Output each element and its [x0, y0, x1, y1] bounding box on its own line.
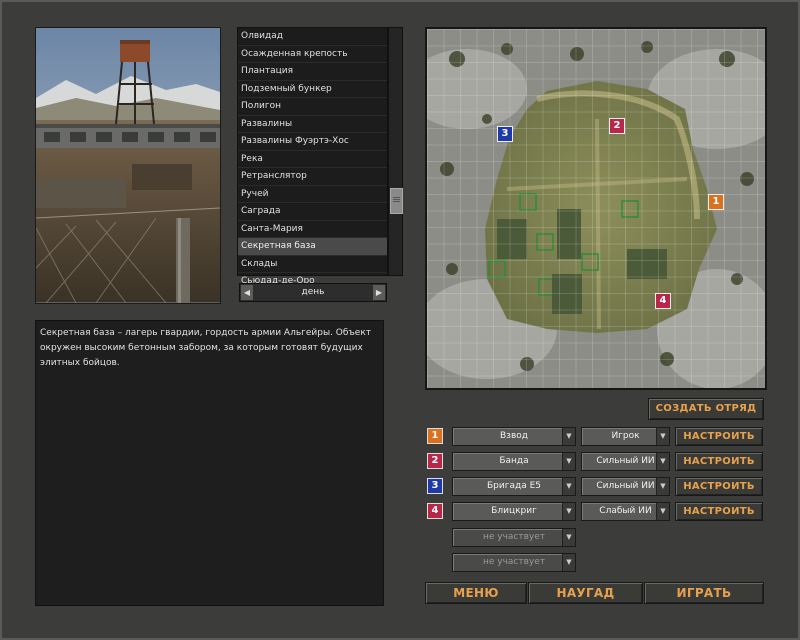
map-list-item[interactable]: Река [238, 151, 387, 168]
triangle-down-icon: ▼ [562, 503, 575, 520]
map-list-item[interactable]: Полигон [238, 98, 387, 116]
spawn-marker-3: 3 [497, 126, 513, 142]
inactive-slot-label: не участвует [482, 557, 546, 567]
map-list-item[interactable]: Развалины [238, 116, 387, 133]
spawn-marker-1: 1 [708, 194, 724, 210]
scrollbar-thumb[interactable] [390, 188, 403, 214]
map-list-item[interactable]: Санта-Мария [238, 221, 387, 238]
map-list-item[interactable]: Осажденная крепость [238, 46, 387, 63]
player-3-configure-button[interactable]: НАСТРОИТЬ [675, 477, 763, 496]
triangle-down-icon: ▼ [656, 478, 669, 495]
triangle-down-icon: ▼ [562, 453, 575, 470]
player-3-team-select[interactable]: Бригада Е5 ▼ [452, 477, 576, 496]
triangle-down-icon: ▼ [562, 554, 575, 571]
map-list-item[interactable]: Олвидад [238, 28, 387, 46]
triangle-down-icon: ▼ [656, 503, 669, 520]
map-list-item[interactable]: Развалины Фуэртэ-Хос [238, 133, 387, 151]
random-button[interactable]: НАУГАД [528, 582, 643, 604]
player-4-configure-button[interactable]: НАСТРОИТЬ [675, 502, 763, 521]
map-list-item[interactable]: Ретранслятор [238, 168, 387, 186]
spawn-marker-2: 2 [609, 118, 625, 134]
map-preview-image [35, 27, 221, 304]
menu-button[interactable]: МЕНЮ [425, 582, 527, 604]
inactive-slot-2[interactable]: не участвует ▼ [452, 553, 576, 572]
map-list-item[interactable]: Секретная база [238, 238, 387, 256]
team-label: Банда [499, 456, 529, 466]
player-2-control-select[interactable]: Сильный ИИ ▼ [581, 452, 670, 471]
map-list-item[interactable]: Плантация [238, 63, 387, 81]
player-2-configure-button[interactable]: НАСТРОИТЬ [675, 452, 763, 471]
team-label: Бригада Е5 [487, 481, 541, 491]
tactical-map[interactable]: 1 2 3 4 [425, 27, 767, 390]
map-list-item[interactable]: Подземный бункер [238, 81, 387, 98]
time-of-day-value: день [301, 287, 325, 297]
triangle-down-icon: ▼ [562, 529, 575, 546]
player-1-team-select[interactable]: Взвод ▼ [452, 427, 576, 446]
triangle-down-icon: ▼ [656, 453, 669, 470]
map-list[interactable]: Олвидад Осажденная крепость Плантация Подзе… [237, 27, 388, 291]
player-1-configure-button[interactable]: НАСТРОИТЬ [675, 427, 763, 446]
control-label: Сильный ИИ [596, 456, 655, 466]
play-button[interactable]: ИГРАТЬ [644, 582, 764, 604]
control-label: Игрок [611, 431, 640, 441]
player-1-badge: 1 [427, 428, 443, 444]
triangle-down-icon: ▼ [562, 478, 575, 495]
team-label: Блицкриг [491, 506, 537, 516]
spawn-marker-4: 4 [655, 293, 671, 309]
map-list-item[interactable]: Склады [238, 256, 387, 273]
triangle-down-icon: ▼ [562, 428, 575, 445]
control-label: Сильный ИИ [596, 481, 655, 491]
create-squad-button[interactable]: СОЗДАТЬ ОТРЯД [648, 398, 764, 420]
control-label: Слабый ИИ [599, 506, 652, 516]
map-list-item[interactable]: Ручей [238, 186, 387, 203]
player-4-team-select[interactable]: Блицкриг ▼ [452, 502, 576, 521]
player-2-badge: 2 [427, 453, 443, 469]
triangle-down-icon: ▼ [656, 428, 669, 445]
time-of-day-selector[interactable]: ◀ день ▶ [239, 283, 387, 302]
player-4-control-select[interactable]: Слабый ИИ ▼ [581, 502, 670, 521]
player-3-control-select[interactable]: Сильный ИИ ▼ [581, 477, 670, 496]
inactive-slot-1[interactable]: не участвует ▼ [452, 528, 576, 547]
player-4-badge: 4 [427, 503, 443, 519]
map-list-scrollbar[interactable] [388, 27, 403, 276]
triangle-right-icon[interactable]: ▶ [373, 285, 385, 300]
team-label: Взвод [500, 431, 528, 441]
inactive-slot-label: не участвует [482, 532, 546, 542]
map-list-item[interactable]: Саграда [238, 203, 387, 221]
player-1-control-select[interactable]: Игрок ▼ [581, 427, 670, 446]
player-3-badge: 3 [427, 478, 443, 494]
player-2-team-select[interactable]: Банда ▼ [452, 452, 576, 471]
triangle-left-icon[interactable]: ◀ [241, 285, 253, 300]
map-description: Секретная база – лагерь гвардии, гордост… [35, 320, 384, 606]
